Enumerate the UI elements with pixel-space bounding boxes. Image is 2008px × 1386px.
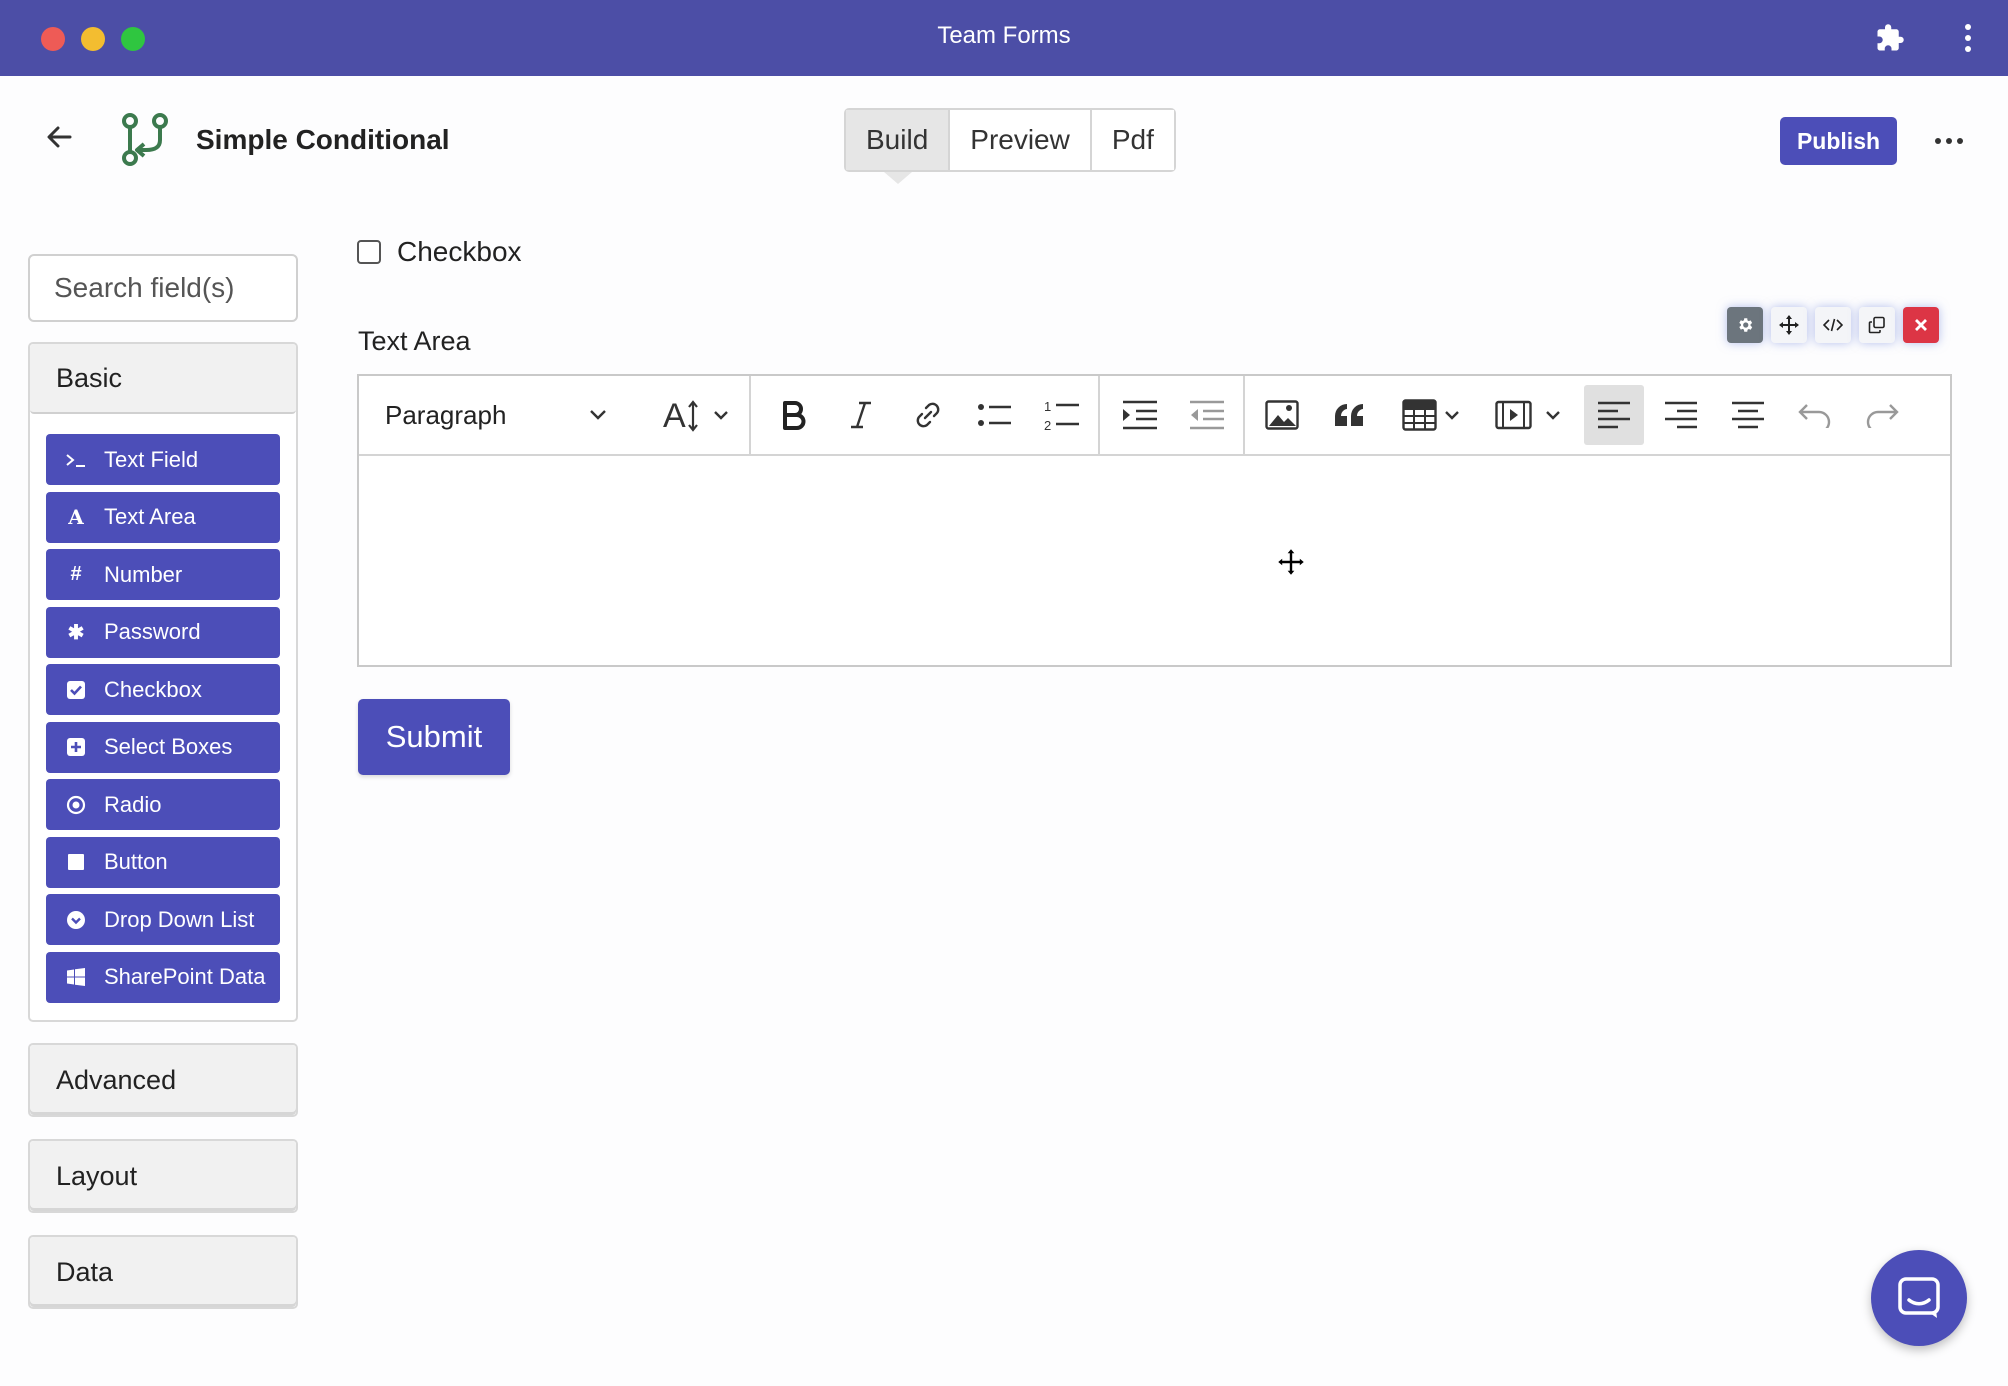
group-data: Data <box>28 1235 298 1309</box>
editor-toolbar: Paragraph A 12 <box>359 376 1950 456</box>
group-header-data[interactable]: Data <box>30 1237 296 1307</box>
component-drop-down-list[interactable]: Drop Down List <box>46 894 280 945</box>
component-label: Select Boxes <box>104 734 233 759</box>
checkbox-label: Checkbox <box>397 236 522 267</box>
form-logo-icon <box>118 112 172 166</box>
component-number[interactable]: # Number <box>46 549 280 600</box>
toolbar-separator <box>1098 376 1100 454</box>
back-arrow-icon[interactable] <box>44 122 74 152</box>
publish-button[interactable]: Publish <box>1780 117 1897 165</box>
component-label: SharePoint Data <box>104 964 266 989</box>
copy-icon[interactable] <box>1859 307 1895 343</box>
hashtag-icon: # <box>70 563 82 585</box>
remove-component-icon[interactable] <box>1903 307 1939 343</box>
group-basic: Basic Text Field A Text Area # Number ✱ … <box>28 342 298 1022</box>
redo-icon[interactable] <box>1852 376 1912 454</box>
rich-text-editor: Paragraph A 12 <box>357 374 1952 667</box>
form-checkbox-field: Checkbox <box>357 236 522 268</box>
stop-icon <box>64 850 88 874</box>
tab-preview[interactable]: Preview <box>950 110 1092 170</box>
active-tab-caret <box>884 172 912 184</box>
media-embed-icon[interactable] <box>1486 376 1576 454</box>
more-options-icon[interactable] <box>1932 124 1966 158</box>
tab-build[interactable]: Build <box>846 110 951 170</box>
component-sharepoint-data[interactable]: SharePoint Data <box>46 951 280 1003</box>
table-icon[interactable] <box>1389 376 1479 454</box>
basic-components-list: Text Field A Text Area # Number ✱ Passwo… <box>30 414 296 1023</box>
indent-icon[interactable] <box>1109 376 1171 454</box>
plus-square-icon <box>64 735 88 759</box>
svg-text:A: A <box>663 397 686 435</box>
numbered-list-icon[interactable]: 12 <box>1031 376 1093 454</box>
check-square-icon <box>64 678 88 702</box>
component-label: Text Area <box>104 504 196 529</box>
group-header-layout[interactable]: Layout <box>30 1141 296 1211</box>
component-action-buttons <box>1727 307 1939 343</box>
group-advanced: Advanced <box>28 1043 298 1117</box>
chevron-down-icon <box>590 410 606 420</box>
group-header-basic[interactable]: Basic <box>30 344 296 414</box>
window-titlebar: Team Forms <box>0 0 2008 76</box>
component-label: Checkbox <box>104 676 202 702</box>
font-size-icon[interactable]: A <box>659 376 739 454</box>
move-cursor-icon <box>1275 546 1307 578</box>
move-arrows-icon[interactable] <box>1771 307 1807 343</box>
component-label: Drop Down List <box>104 906 255 932</box>
editor-content-area[interactable] <box>359 456 1950 665</box>
toolbar-separator <box>1243 376 1245 454</box>
bold-icon[interactable] <box>763 376 825 454</box>
terminal-icon <box>64 448 88 472</box>
svg-text:1: 1 <box>1044 399 1051 414</box>
search-fields-input[interactable] <box>28 254 298 322</box>
dot-circle-icon <box>64 793 88 817</box>
extensions-puzzle-icon[interactable] <box>1870 18 1910 58</box>
component-text-area[interactable]: A Text Area <box>46 491 280 543</box>
group-header-advanced[interactable]: Advanced <box>30 1045 296 1115</box>
component-password[interactable]: ✱ Password <box>46 606 280 658</box>
tab-pdf[interactable]: Pdf <box>1091 110 1174 170</box>
component-label: Password <box>104 619 201 644</box>
svg-text:2: 2 <box>1044 418 1051 432</box>
image-icon[interactable] <box>1251 376 1313 454</box>
form-title: Simple Conditional <box>196 124 450 155</box>
windows-icon <box>64 965 88 989</box>
align-center-icon[interactable] <box>1718 376 1778 454</box>
chevron-circle-down-icon <box>64 908 88 932</box>
component-label: Text Field <box>104 446 199 472</box>
asterisk-icon: ✱ <box>67 621 85 644</box>
italic-icon[interactable] <box>830 376 892 454</box>
outdent-icon[interactable] <box>1176 376 1238 454</box>
blockquote-icon[interactable] <box>1318 376 1380 454</box>
window-title: Team Forms <box>937 22 1071 49</box>
font-icon: A <box>68 505 84 529</box>
align-left-icon[interactable] <box>1584 385 1644 445</box>
submit-button[interactable]: Submit <box>358 699 510 775</box>
paragraph-style-dropdown[interactable]: Paragraph <box>367 376 617 454</box>
paragraph-style-label: Paragraph <box>385 399 507 430</box>
textarea-label: Text Area <box>358 326 471 356</box>
component-radio[interactable]: Radio <box>46 779 280 830</box>
kebab-menu-icon[interactable] <box>1948 18 1988 58</box>
component-select-boxes[interactable]: Select Boxes <box>46 721 280 773</box>
mode-tabs: Build Preview Pdf <box>844 108 1176 172</box>
align-right-icon[interactable] <box>1651 376 1711 454</box>
bulleted-list-icon[interactable] <box>964 376 1026 454</box>
component-button[interactable]: Button <box>46 836 280 888</box>
link-icon[interactable] <box>897 376 959 454</box>
chat-support-icon[interactable] <box>1871 1250 1967 1346</box>
component-label: Radio <box>104 791 162 817</box>
checkbox-input[interactable] <box>357 240 381 264</box>
component-label: Number <box>104 561 183 587</box>
group-layout: Layout <box>28 1139 298 1213</box>
component-checkbox[interactable]: Checkbox <box>46 664 280 715</box>
toolbar-separator <box>749 376 751 454</box>
edit-json-code-icon[interactable] <box>1815 307 1851 343</box>
settings-gear-icon[interactable] <box>1727 307 1763 343</box>
undo-icon[interactable] <box>1785 376 1845 454</box>
component-label: Button <box>104 849 168 874</box>
component-text-field[interactable]: Text Field <box>46 434 280 485</box>
